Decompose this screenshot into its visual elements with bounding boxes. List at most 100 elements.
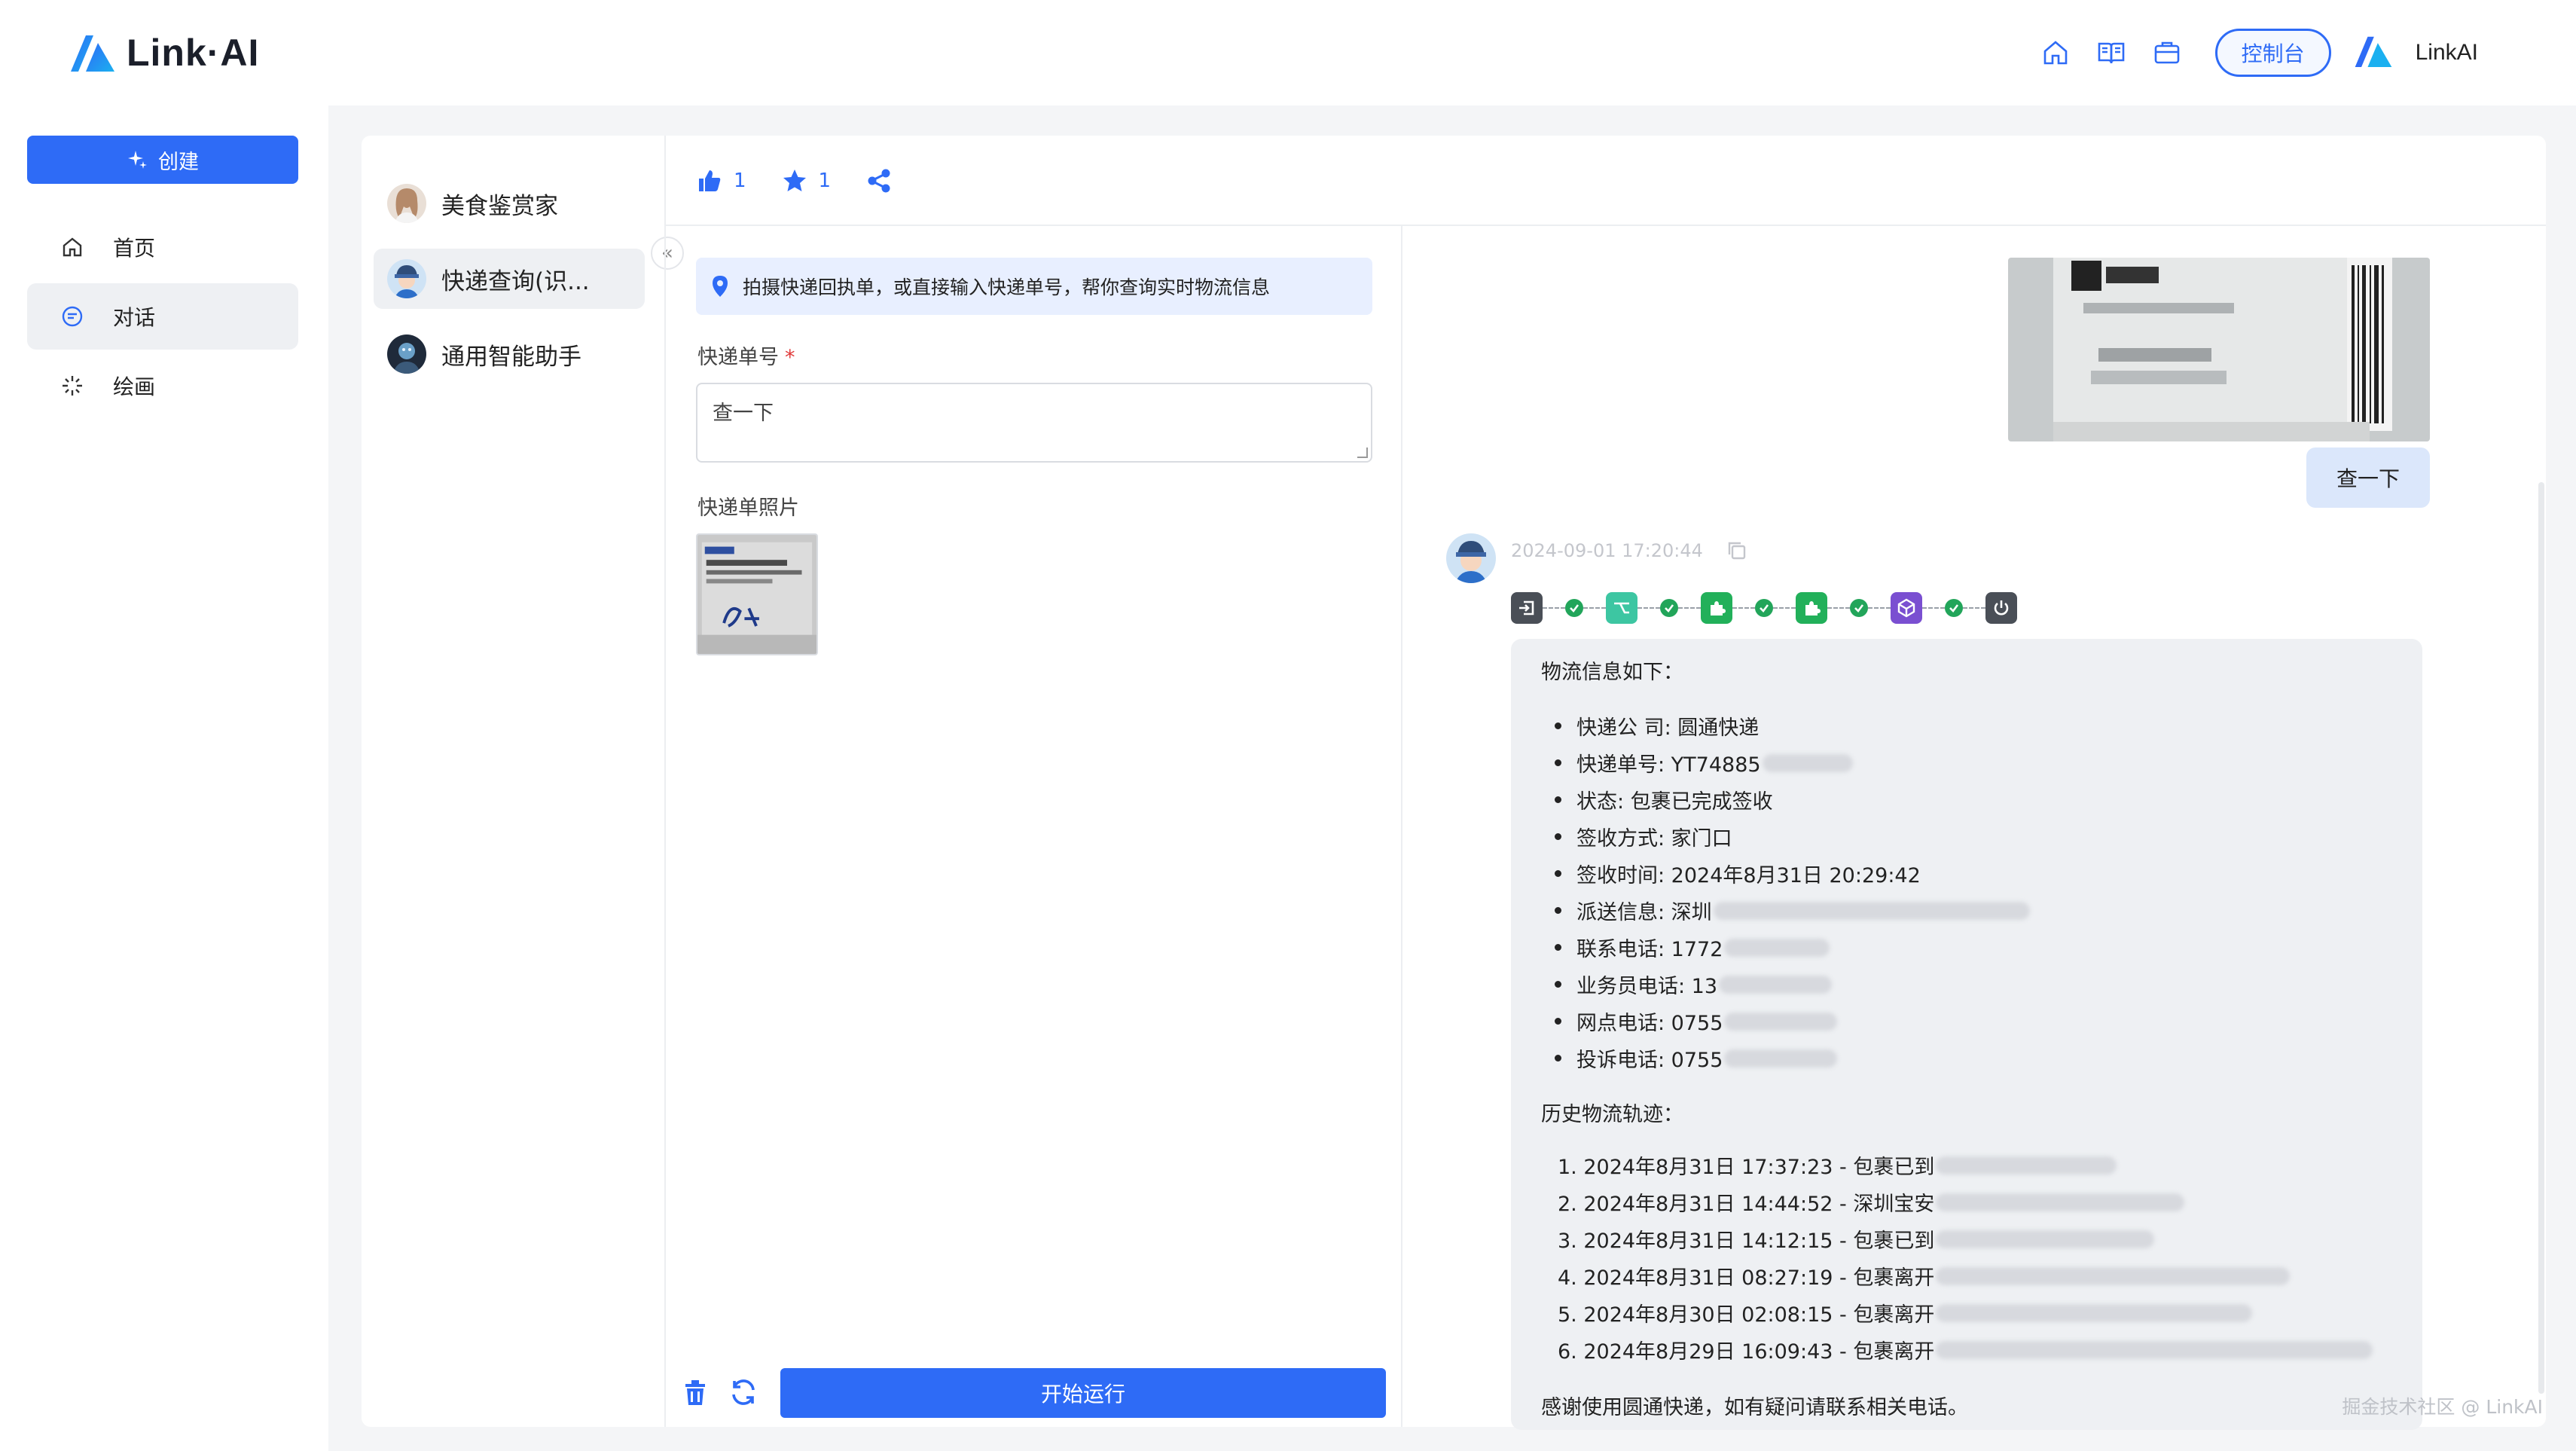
- redacted-blur: [1762, 753, 1853, 772]
- agent-item-food-critic[interactable]: 美食鉴赏家: [374, 173, 645, 234]
- thumbs-up-icon[interactable]: [696, 167, 723, 194]
- chat-divider: [1401, 226, 1402, 1427]
- list-item: 业务员电话: 13: [1541, 966, 2392, 1003]
- docs-book-icon[interactable]: [2095, 36, 2128, 69]
- agent-name: 通用智能助手: [441, 343, 581, 371]
- create-button-label: 创建: [158, 150, 199, 174]
- redacted-blur: [1936, 1303, 2253, 1322]
- home-nav-icon[interactable]: [2039, 36, 2072, 69]
- list-item: 4. 2024年8月31日 08:27:19 - 包裹离开: [1541, 1257, 2392, 1294]
- logistics-field-list: 快递公 司: 圆通快递 快递单号: YT74885 状态: 包裹已完成签收 签收…: [1541, 707, 2392, 1077]
- sidebar-item-chat[interactable]: 对话: [27, 283, 298, 350]
- history-text: 2. 2024年8月31日 14:44:52 - 深圳宝安: [1558, 1193, 1935, 1216]
- flow-branch-icon[interactable]: [1606, 592, 1637, 624]
- list-item: 联系电话: 1772: [1541, 929, 2392, 966]
- input-value: 查一下: [713, 402, 774, 425]
- briefcase-icon[interactable]: [2150, 36, 2184, 69]
- list-item: 3. 2024年8月31日 14:12:15 - 包裹已到: [1541, 1220, 2392, 1257]
- sidebar-item-label: 绘画: [113, 374, 156, 399]
- photo-label: 快递单照片: [697, 496, 799, 520]
- redacted-blur: [1936, 1156, 2117, 1175]
- agent-name: 美食鉴赏家: [441, 192, 558, 220]
- list-item: 签收方式: 家门口: [1541, 818, 2392, 855]
- list-item: 快递单号: YT74885: [1541, 744, 2392, 781]
- user-avatar-logo-icon[interactable]: [2354, 34, 2393, 72]
- bot-message-bubble: 物流信息如下： 快递公 司: 圆通快递 快递单号: YT74885 状态: 包裹…: [1511, 639, 2422, 1430]
- flow-model-cube-icon[interactable]: [1891, 592, 1922, 624]
- redacted-blur: [1936, 1266, 2291, 1285]
- field-text: 签收方式: 家门口: [1576, 827, 1732, 851]
- resize-handle-icon[interactable]: [1357, 448, 1368, 458]
- field-text: 投诉电话: 0755: [1576, 1049, 1723, 1072]
- column-divider: [664, 136, 666, 1427]
- chat-scrollbar[interactable]: [2538, 482, 2544, 1394]
- field-text: 状态: 包裹已完成签收: [1576, 790, 1773, 814]
- refresh-icon[interactable]: [728, 1376, 759, 1408]
- uploaded-receipt-photo[interactable]: [696, 533, 818, 655]
- user-name[interactable]: LinkAI: [2416, 40, 2478, 66]
- list-item: 状态: 包裹已完成签收: [1541, 781, 2392, 818]
- top-right-actions: 控制台 LinkAI: [2039, 27, 2478, 78]
- share-icon[interactable]: [865, 167, 893, 194]
- list-item: 派送信息: 深圳: [1541, 892, 2392, 929]
- agent-avatar: [387, 184, 426, 223]
- redacted-blur: [1724, 938, 1830, 957]
- flow-check-icon: [1850, 599, 1868, 617]
- star-icon[interactable]: [781, 167, 808, 194]
- tip-text: 拍摄快递回执单，或直接输入快递单号，帮你查询实时物流信息: [743, 276, 1271, 298]
- sidebar-item-draw[interactable]: 绘画: [27, 353, 298, 419]
- watermark: 掘金技术社区 @ LinkAI: [2342, 1396, 2543, 1418]
- list-item: 投诉电话: 0755: [1541, 1040, 2392, 1077]
- field-text: 业务员电话: 13: [1576, 975, 1718, 998]
- redacted-blur: [1713, 901, 2030, 920]
- redacted-blur: [1719, 975, 1833, 994]
- flow-check-icon: [1660, 599, 1678, 617]
- user-message-bubble: 查一下: [2306, 448, 2430, 508]
- list-item: 1. 2024年8月31日 17:37:23 - 包裹已到: [1541, 1147, 2392, 1184]
- agent-header-actions: 1 1: [696, 163, 893, 199]
- list-item: 网点电话: 0755: [1541, 1003, 2392, 1040]
- bot-avatar: [1446, 533, 1496, 583]
- flow-check-icon: [1755, 599, 1773, 617]
- bot-message-meta: 2024-09-01 17:20:44: [1511, 538, 1748, 564]
- workflow-trace: [1511, 591, 2017, 625]
- sparkle-plus-icon: [128, 151, 147, 169]
- trash-icon[interactable]: [679, 1376, 711, 1408]
- linkai-logo-icon: [71, 35, 114, 72]
- field-text: 网点电话: 0755: [1576, 1012, 1723, 1035]
- history-text: 1. 2024年8月31日 17:37:23 - 包裹已到: [1558, 1156, 1935, 1179]
- collapse-sidebar-button[interactable]: «: [651, 237, 684, 270]
- flow-plugin-icon[interactable]: [1796, 592, 1827, 624]
- create-button[interactable]: 创建: [27, 136, 298, 184]
- user-uploaded-image[interactable]: [2008, 258, 2430, 441]
- message-timestamp: 2024-09-01 17:20:44: [1511, 540, 1703, 561]
- sidebar-item-home[interactable]: 首页: [27, 214, 298, 280]
- brand-name: Link·AI: [127, 32, 260, 74]
- redacted-blur: [1936, 1193, 2185, 1211]
- location-pin-icon: [713, 276, 728, 297]
- sparkle-icon: [63, 376, 82, 396]
- brand-logo[interactable]: Link·AI: [69, 27, 259, 78]
- flow-start-icon[interactable]: [1511, 592, 1543, 624]
- agent-avatar: [387, 334, 426, 374]
- tracking-number-input[interactable]: 查一下: [696, 383, 1372, 463]
- console-button[interactable]: 控制台: [2214, 29, 2331, 77]
- flow-plugin-icon[interactable]: [1701, 592, 1732, 624]
- flow-check-icon: [1945, 599, 1963, 617]
- redacted-blur: [1724, 1049, 1838, 1068]
- redacted-blur: [1936, 1340, 2373, 1359]
- field-text: 快递单号: YT74885: [1576, 753, 1761, 777]
- field-text: 联系电话: 1772: [1576, 938, 1723, 961]
- agent-avatar: [387, 259, 426, 298]
- history-title: 历史物流轨迹：: [1541, 1103, 1683, 1126]
- home-icon: [63, 237, 82, 257]
- agent-header-bar: [666, 136, 2546, 226]
- start-run-button[interactable]: 开始运行: [780, 1368, 1386, 1418]
- agent-item-express-query[interactable]: 快递查询(识...: [374, 249, 645, 309]
- copy-icon[interactable]: [1726, 539, 1748, 562]
- flow-end-power-icon[interactable]: [1985, 592, 2017, 624]
- history-text: 5. 2024年8月30日 02:08:15 - 包裹离开: [1558, 1303, 1935, 1327]
- agent-tip: 拍摄快递回执单，或直接输入快递单号，帮你查询实时物流信息: [696, 258, 1372, 315]
- label-text: 快递单号: [697, 346, 779, 369]
- agent-item-general-assistant[interactable]: 通用智能助手: [374, 324, 645, 384]
